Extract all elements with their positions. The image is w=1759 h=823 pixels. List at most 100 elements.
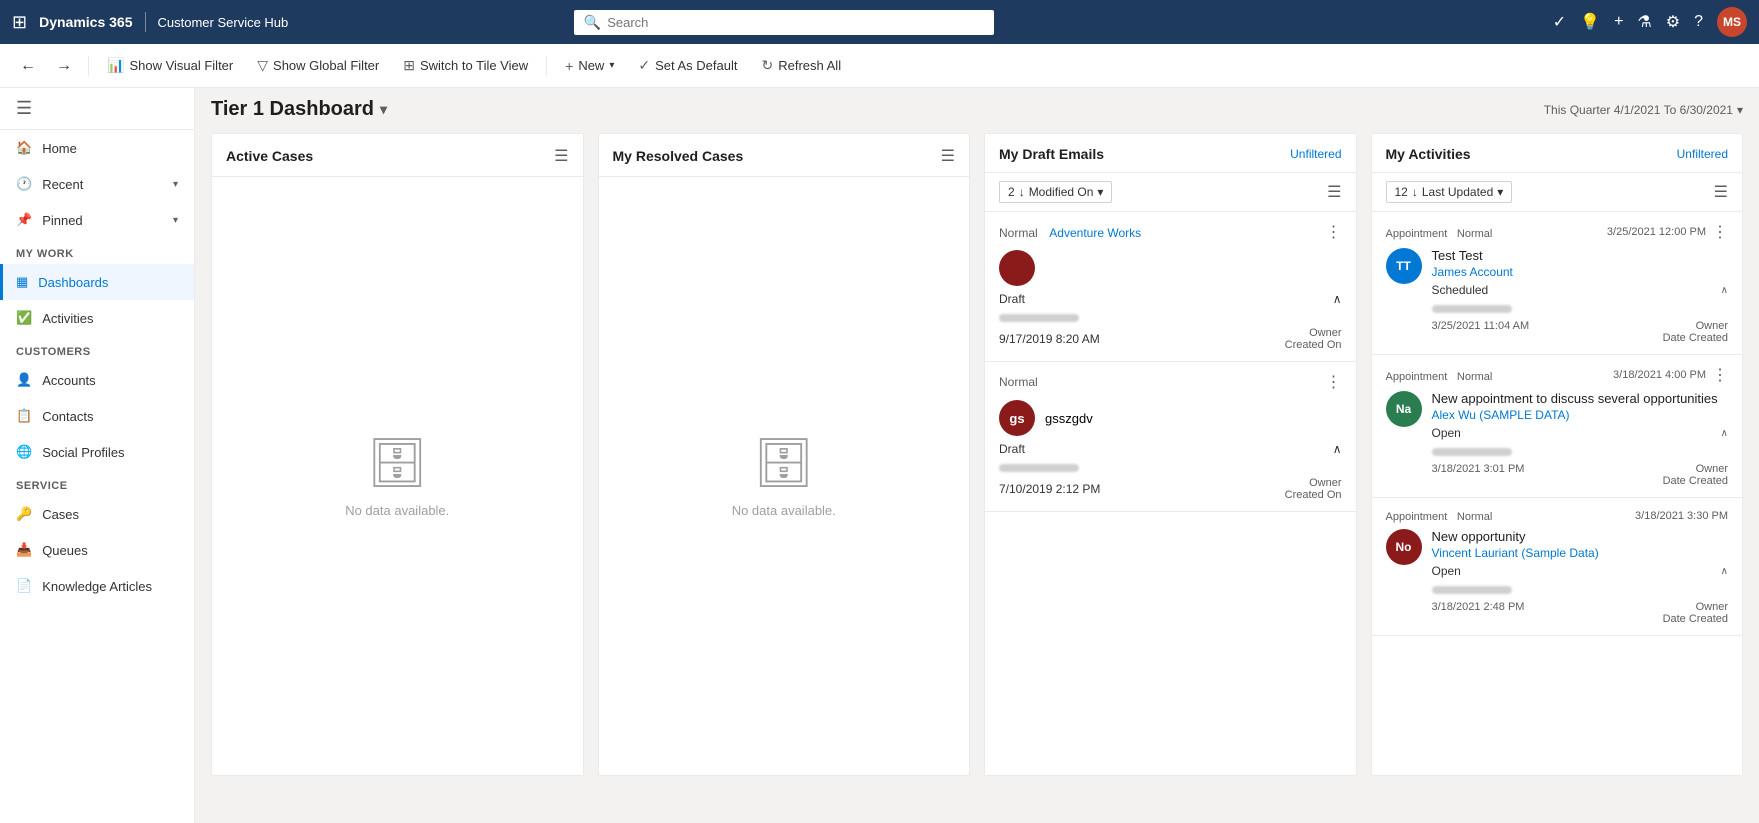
sidebar-item-accounts[interactable]: 👤 Accounts [0, 362, 194, 398]
contacts-icon: 📋 [16, 408, 32, 424]
sidebar-item-pinned[interactable]: 📌 Pinned ▾ [0, 202, 194, 238]
activity-3-owner-label: Owner [1663, 601, 1728, 613]
activity-2-row: Na New appointment to discuss several op… [1386, 391, 1729, 487]
activity-1-footer-right: Owner Date Created [1663, 320, 1728, 344]
sidebar-item-dashboards[interactable]: ▦ Dashboards [0, 264, 194, 300]
resolved-cases-body: 🗄 No data available. [599, 177, 970, 775]
email-1-priority: Normal [999, 226, 1038, 240]
show-visual-filter-button[interactable]: 📊 Show Visual Filter [97, 52, 243, 79]
forward-button[interactable]: → [48, 53, 80, 79]
email-1-status: Draft ∧ [999, 292, 1342, 306]
email-2-expand-icon[interactable]: ∧ [1333, 442, 1342, 456]
activity-1-subtitle[interactable]: James Account [1432, 265, 1729, 279]
activity-3-expand-icon[interactable]: ∧ [1721, 566, 1728, 577]
sidebar-item-knowledge-articles[interactable]: 📄 Knowledge Articles [0, 568, 194, 604]
user-avatar[interactable]: MS [1717, 7, 1747, 37]
chart-icon: 📊 [107, 57, 124, 74]
activity-1-content: Test Test James Account Scheduled ∧ 3/25… [1432, 248, 1729, 344]
email-1-blurred-row [999, 310, 1342, 325]
filter-icon[interactable]: ⚗ [1637, 12, 1651, 32]
sidebar-item-recent[interactable]: 🕐 Recent ▾ [0, 166, 194, 202]
email-1-menu-icon[interactable]: ⋮ [1326, 222, 1342, 242]
activity-item-3: Appointment Normal 3/18/2021 3:30 PM No … [1372, 498, 1743, 636]
email-2-footer: 7/10/2019 2:12 PM Owner Created On [999, 477, 1342, 501]
resolved-cases-list-icon[interactable]: ☰ [941, 146, 955, 166]
activities-sort-chevron-icon: ▾ [1497, 185, 1503, 199]
activity-3-blurred-text [1432, 586, 1512, 594]
apps-icon[interactable]: ⊞ [12, 12, 27, 33]
activity-2-status: Open [1432, 426, 1461, 440]
sidebar-item-social-profiles[interactable]: 🌐 Social Profiles [0, 434, 194, 470]
active-cases-empty: 🗄 No data available. [212, 177, 583, 775]
toolbar-sep-2 [546, 56, 547, 76]
home-icon: 🏠 [16, 140, 32, 156]
new-button[interactable]: + New ▾ [555, 53, 624, 79]
activity-3-time-row: 3/18/2021 3:30 PM [1635, 510, 1728, 522]
search-box[interactable]: 🔍 [574, 10, 994, 35]
activity-3-footer: 3/18/2021 2:48 PM Owner Date Created [1432, 601, 1729, 625]
activity-1-expand-icon[interactable]: ∧ [1721, 285, 1728, 296]
check-icon: ✓ [638, 57, 650, 74]
activity-2-owner-label: Owner [1663, 463, 1728, 475]
refresh-icon: ↻ [761, 57, 773, 74]
status-icon[interactable]: ✓ [1553, 12, 1566, 32]
lightbulb-icon[interactable]: 💡 [1580, 12, 1600, 32]
date-range-icon[interactable]: ▾ [1737, 103, 1743, 117]
app-name: Customer Service Hub [158, 15, 289, 30]
back-button[interactable]: ← [12, 53, 44, 79]
email-1-expand-icon[interactable]: ∧ [1333, 292, 1342, 306]
set-as-default-button[interactable]: ✓ Set As Default [628, 52, 747, 79]
activity-2-datecreated-label: Date Created [1663, 475, 1728, 487]
active-cases-panel: Active Cases ☰ 🗄 No data available. [211, 133, 584, 776]
activity-1-status: Scheduled [1432, 283, 1489, 297]
top-nav: ⊞ Dynamics 365 Customer Service Hub 🔍 ✓ … [0, 0, 1759, 44]
activity-item-2: Appointment Normal 3/18/2021 4:00 PM ⋮ N… [1372, 355, 1743, 498]
email-2-blurred-row [999, 460, 1342, 475]
sidebar-item-activities[interactable]: ✅ Activities [0, 300, 194, 336]
my-activities-sort[interactable]: 12 ↓ Last Updated ▾ [1386, 181, 1513, 203]
email-2-menu-icon[interactable]: ⋮ [1326, 372, 1342, 392]
sidebar-hamburger[interactable]: ☰ [0, 88, 194, 130]
email-2-createdon-label: Created On [1285, 489, 1342, 501]
sidebar-item-home[interactable]: 🏠 Home [0, 130, 194, 166]
pinned-expand-icon: ▾ [173, 215, 178, 226]
activity-3-footer-right: Owner Date Created [1663, 601, 1728, 625]
activity-3-subtitle[interactable]: Vincent Lauriant (Sample Data) [1432, 546, 1729, 560]
email-1-labels: Owner Created On [1285, 327, 1342, 351]
sidebar-item-cases[interactable]: 🔑 Cases [0, 496, 194, 532]
email-1-company[interactable]: Adventure Works [1049, 226, 1141, 240]
sort-arrow-icon: ↓ [1019, 185, 1025, 199]
activity-1-menu-icon[interactable]: ⋮ [1712, 222, 1728, 242]
resolved-cases-title: My Resolved Cases [613, 148, 744, 164]
toolbar-sep-1 [88, 56, 89, 76]
search-input[interactable] [607, 15, 984, 30]
sidebar-item-social-label: Social Profiles [42, 445, 124, 460]
draft-emails-sort[interactable]: 2 ↓ Modified On ▾ [999, 181, 1112, 203]
help-icon[interactable]: ? [1694, 13, 1703, 31]
activity-3-avatar: No [1386, 529, 1422, 565]
resolved-cases-empty-text: No data available. [732, 503, 836, 518]
settings-icon[interactable]: ⚙ [1666, 12, 1680, 32]
activity-2-menu-icon[interactable]: ⋮ [1712, 365, 1728, 385]
activity-2-subtitle[interactable]: Alex Wu (SAMPLE DATA) [1432, 408, 1729, 422]
switch-tile-view-button[interactable]: ⊞ Switch to Tile View [393, 52, 538, 79]
cases-icon: 🔑 [16, 506, 32, 522]
activity-3-title: New opportunity [1432, 529, 1729, 544]
title-chevron-icon[interactable]: ▾ [380, 101, 387, 118]
sidebar-item-activities-label: Activities [42, 311, 93, 326]
draft-emails-view-icon[interactable]: ☰ [1327, 182, 1341, 202]
activity-2-expand-icon[interactable]: ∧ [1721, 428, 1728, 439]
sidebar-item-contacts[interactable]: 📋 Contacts [0, 398, 194, 434]
draft-emails-unfiltered: Unfiltered [1290, 147, 1341, 161]
activity-3-row: No New opportunity Vincent Lauriant (Sam… [1386, 529, 1729, 625]
show-global-filter-button[interactable]: ▽ Show Global Filter [247, 52, 389, 79]
activity-1-meta: Appointment Normal [1386, 225, 1493, 240]
sidebar-item-queues[interactable]: 📥 Queues [0, 532, 194, 568]
active-cases-list-icon[interactable]: ☰ [554, 146, 568, 166]
queues-icon: 📥 [16, 542, 32, 558]
my-activities-view-icon[interactable]: ☰ [1714, 182, 1728, 202]
email-item-2: Normal ⋮ gs gsszgdv Draft ∧ [985, 362, 1356, 512]
activity-2-avatar: Na [1386, 391, 1422, 427]
refresh-all-button[interactable]: ↻ Refresh All [751, 52, 851, 79]
add-icon[interactable]: + [1614, 13, 1623, 31]
